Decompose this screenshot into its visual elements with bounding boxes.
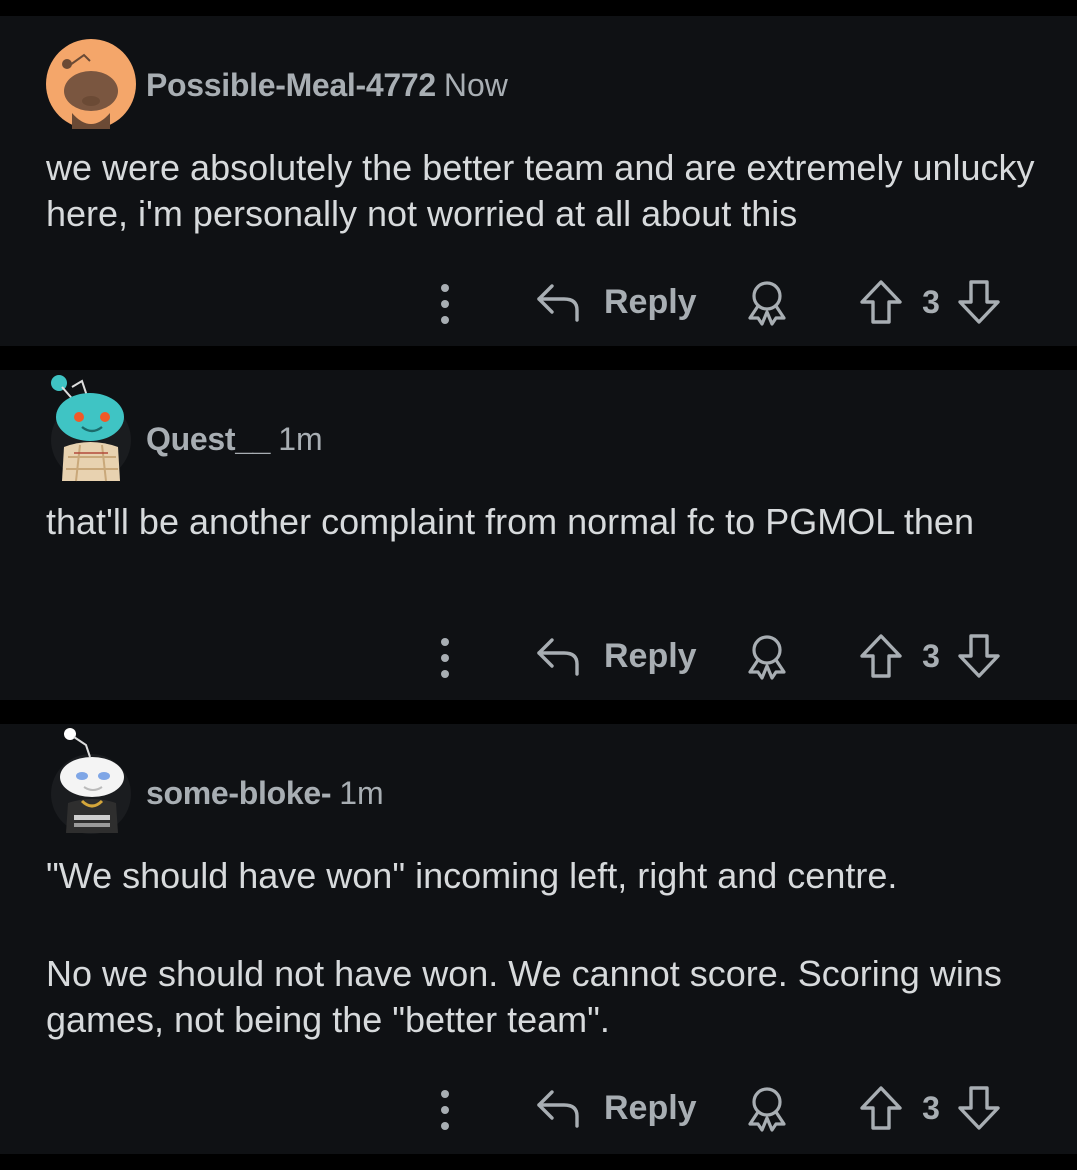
downvote-button[interactable] — [956, 1084, 1002, 1132]
reply-button[interactable]: Reply — [534, 272, 704, 332]
comment-body: that'll be another complaint from normal… — [46, 499, 1046, 545]
reply-arrow-icon — [537, 1090, 579, 1128]
upvote-arrow-icon — [860, 280, 902, 324]
upvote-button[interactable] — [858, 278, 904, 326]
timestamp: 1m — [339, 775, 384, 811]
more-options-button[interactable] — [430, 1084, 460, 1132]
downvote-button[interactable] — [956, 278, 1002, 326]
username[interactable]: Possible-Meal-4772 — [146, 67, 436, 103]
upvote-button[interactable] — [858, 1084, 904, 1132]
username[interactable]: some-bloke- — [146, 775, 331, 811]
reply-label: Reply — [604, 637, 697, 675]
award-icon — [748, 635, 786, 680]
downvote-arrow-icon — [958, 1086, 1000, 1130]
more-options-icon — [441, 638, 449, 678]
username[interactable]: Quest__ — [146, 421, 270, 457]
reply-button[interactable]: Reply — [534, 626, 704, 686]
vote-score: 3 — [922, 284, 940, 320]
timestamp: 1m — [278, 421, 323, 457]
comment-text: No we should not have won. We cannot sco… — [46, 953, 1002, 1040]
comment-card: Possible-Meal-4772 Now we were absolutely… — [0, 16, 1077, 346]
comment-body: "We should have won" incoming left, righ… — [46, 853, 1046, 1043]
award-button[interactable] — [744, 1084, 790, 1132]
avatar[interactable] — [46, 375, 136, 485]
more-options-icon — [441, 284, 449, 324]
award-button[interactable] — [744, 278, 790, 326]
comment-card: some-bloke- 1m "We should have won" incom… — [0, 724, 1077, 1154]
snoo-avatar-icon — [51, 375, 131, 482]
comment-actions: Reply 3 — [0, 626, 1077, 686]
vote-score: 3 — [922, 1090, 940, 1126]
comment-actions: Reply 3 — [0, 1078, 1077, 1138]
timestamp: Now — [443, 67, 508, 103]
comment-text: "We should have won" incoming left, righ… — [46, 855, 898, 896]
downvote-arrow-icon — [958, 634, 1000, 678]
reply-label: Reply — [604, 1089, 697, 1127]
upvote-button[interactable] — [858, 632, 904, 680]
downvote-arrow-icon — [958, 280, 1000, 324]
avatar[interactable] — [46, 39, 136, 129]
reply-arrow-icon — [537, 638, 579, 676]
upvote-arrow-icon — [860, 634, 902, 678]
comment-actions: Reply 3 — [0, 272, 1077, 332]
award-icon — [748, 1087, 786, 1132]
comment-text: we were absolutely the better team and a… — [46, 147, 1035, 234]
snoo-avatar-icon — [51, 728, 131, 834]
award-icon — [748, 281, 786, 326]
downvote-button[interactable] — [956, 632, 1002, 680]
reply-label: Reply — [604, 283, 697, 321]
reply-arrow-icon — [537, 284, 579, 322]
comment-meta: some-bloke- 1m — [146, 773, 384, 813]
vote-score: 3 — [922, 638, 940, 674]
upvote-arrow-icon — [860, 1086, 902, 1130]
comment-meta: Quest__ 1m — [146, 419, 323, 459]
comment-body: we were absolutely the better team and a… — [46, 145, 1046, 237]
award-button[interactable] — [744, 632, 790, 680]
reply-button[interactable]: Reply — [534, 1078, 704, 1138]
comment-card: Quest__ 1m that'll be another complaint f… — [0, 370, 1077, 700]
avatar[interactable] — [46, 728, 136, 839]
snoo-avatar-icon — [46, 39, 136, 129]
comment-meta: Possible-Meal-4772 Now — [146, 65, 508, 105]
more-options-button[interactable] — [430, 632, 460, 680]
comment-text: that'll be another complaint from normal… — [46, 501, 974, 542]
more-options-icon — [441, 1090, 449, 1130]
more-options-button[interactable] — [430, 278, 460, 326]
